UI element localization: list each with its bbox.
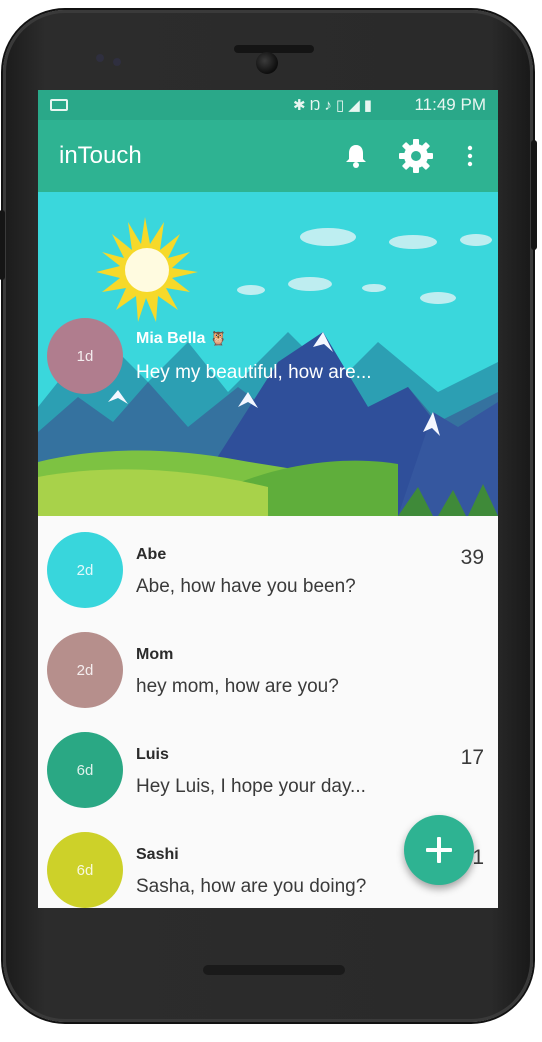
contact-name: Mom <box>136 646 174 663</box>
screen-cast-icon <box>50 99 68 111</box>
message-preview: Hey Luis, I hope your day... <box>136 776 366 797</box>
bell-icon <box>346 145 366 168</box>
plus-icon <box>426 837 452 863</box>
message-age: 6d <box>76 861 94 879</box>
new-message-button[interactable] <box>404 815 474 885</box>
sun-icon <box>96 217 198 322</box>
message-age: 6d <box>76 761 94 779</box>
avatar[interactable]: 2d <box>47 532 123 608</box>
front-camera <box>256 52 278 74</box>
avatar[interactable]: 2d <box>47 632 123 708</box>
power-button <box>0 210 5 280</box>
featured-conversation[interactable]: 1d Mia Bella 🦉 Hey my beautiful, how are… <box>38 192 498 516</box>
avatar[interactable]: 6d <box>47 832 123 908</box>
settings-button[interactable] <box>394 136 438 176</box>
app-bar: inTouch <box>38 120 498 192</box>
signal-icon: ◢ <box>348 97 364 114</box>
notifications-button[interactable] <box>336 136 376 176</box>
message-preview: Abe, how have you been? <box>136 576 356 597</box>
vibrate-icon: ▯ <box>335 97 349 114</box>
message-preview: Sasha, how are you doing? <box>136 876 367 897</box>
status-bar: ✱Ŋ♪▯◢▮ 11:49 PM <box>38 90 498 120</box>
mute-icon: ♪ <box>324 97 336 114</box>
avatar[interactable]: 6d <box>47 732 123 808</box>
sensor <box>96 54 104 62</box>
status-icons: ✱Ŋ♪▯◢▮ <box>293 96 376 114</box>
earpiece-speaker <box>234 45 314 53</box>
avatar[interactable]: 1d <box>47 318 123 394</box>
unread-count: 39 <box>460 546 484 569</box>
contact-name: Sashi <box>136 846 179 863</box>
unread-count: 1 <box>472 846 484 869</box>
conversation-row[interactable]: 6d Luis Hey Luis, I hope your day... 17 <box>38 728 498 828</box>
volume-button <box>531 140 537 250</box>
sensor <box>113 58 121 66</box>
message-age: 2d <box>76 561 94 579</box>
app-title: inTouch <box>59 142 142 169</box>
contact-name: Mia Bella 🦉 <box>136 330 228 347</box>
message-age: 2d <box>76 661 94 679</box>
gear-icon <box>399 139 433 173</box>
battery-icon: ▮ <box>363 97 376 114</box>
contact-name: Abe <box>136 546 167 563</box>
message-preview: hey mom, how are you? <box>136 676 339 697</box>
bottom-speaker <box>203 965 345 975</box>
contact-name: Luis <box>136 746 169 763</box>
message-preview: Hey my beautiful, how are... <box>136 362 372 383</box>
conversation-row[interactable]: 2d Abe Abe, how have you been? 39 <box>38 528 498 628</box>
app-screen: ✱Ŋ♪▯◢▮ 11:49 PM inTouch 1d Mia Bella 🦉 H… <box>38 90 498 908</box>
conversation-row[interactable]: 2d Mom hey mom, how are you? <box>38 628 498 728</box>
overflow-menu-icon <box>467 145 473 167</box>
overflow-menu-button[interactable] <box>458 136 482 176</box>
owl-emoji: 🦉 <box>209 330 228 346</box>
message-age: 1d <box>76 347 94 365</box>
unread-count: 17 <box>460 746 484 769</box>
nfc-icon: Ŋ <box>309 97 325 114</box>
clock: 11:49 PM <box>414 95 486 114</box>
bluetooth-icon: ✱ <box>292 97 310 114</box>
